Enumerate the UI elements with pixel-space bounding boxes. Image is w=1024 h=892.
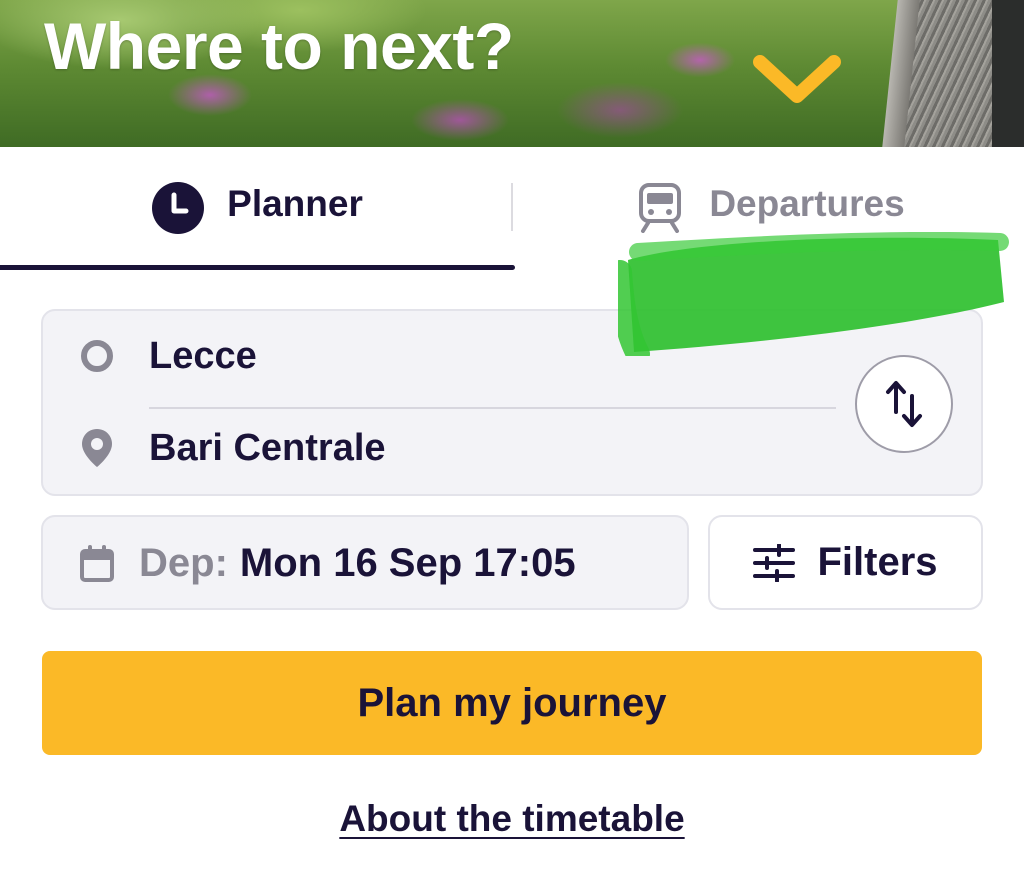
- departure-date-field[interactable]: Dep: Mon 16 Sep 17:05: [41, 515, 689, 610]
- train-icon: [633, 181, 687, 235]
- tab-departures-label: Departures: [709, 183, 905, 224]
- tab-planner[interactable]: Planner: [0, 147, 514, 269]
- redaction-scribble: [618, 232, 1009, 356]
- departure-prefix: Dep:: [139, 541, 228, 585]
- filters-button[interactable]: Filters: [708, 515, 983, 610]
- departure-date-text: Dep: Mon 16 Sep 17:05: [139, 541, 576, 586]
- about-timetable-container: About the timetable: [0, 798, 1024, 840]
- chevron-down-icon[interactable]: [752, 54, 842, 106]
- about-timetable-link[interactable]: About the timetable: [339, 798, 684, 839]
- clock-icon: [151, 181, 205, 235]
- swap-arrows-icon: [886, 381, 922, 427]
- swap-button[interactable]: [855, 355, 953, 453]
- origin-value: Lecce: [149, 334, 257, 377]
- tab-divider: [511, 183, 513, 231]
- tab-planner-label: Planner: [227, 183, 363, 224]
- filters-label: Filters: [817, 540, 938, 584]
- plan-journey-button[interactable]: Plan my journey: [42, 651, 982, 755]
- destination-field[interactable]: Bari Centrale: [43, 403, 843, 493]
- departure-datetime: Mon 16 Sep 17:05: [239, 541, 576, 585]
- sliders-icon: [753, 543, 796, 582]
- hero-train-edge: [992, 0, 1024, 147]
- page-title: Where to next?: [44, 9, 514, 83]
- tab-active-indicator: [0, 265, 515, 270]
- calendar-icon: [80, 545, 114, 582]
- origin-circle-icon: [77, 336, 117, 376]
- destination-value: Bari Centrale: [149, 426, 386, 469]
- hero-banner: Where to next?: [0, 0, 1024, 147]
- plan-journey-label: Plan my journey: [357, 680, 667, 725]
- location-pin-icon: [77, 428, 117, 468]
